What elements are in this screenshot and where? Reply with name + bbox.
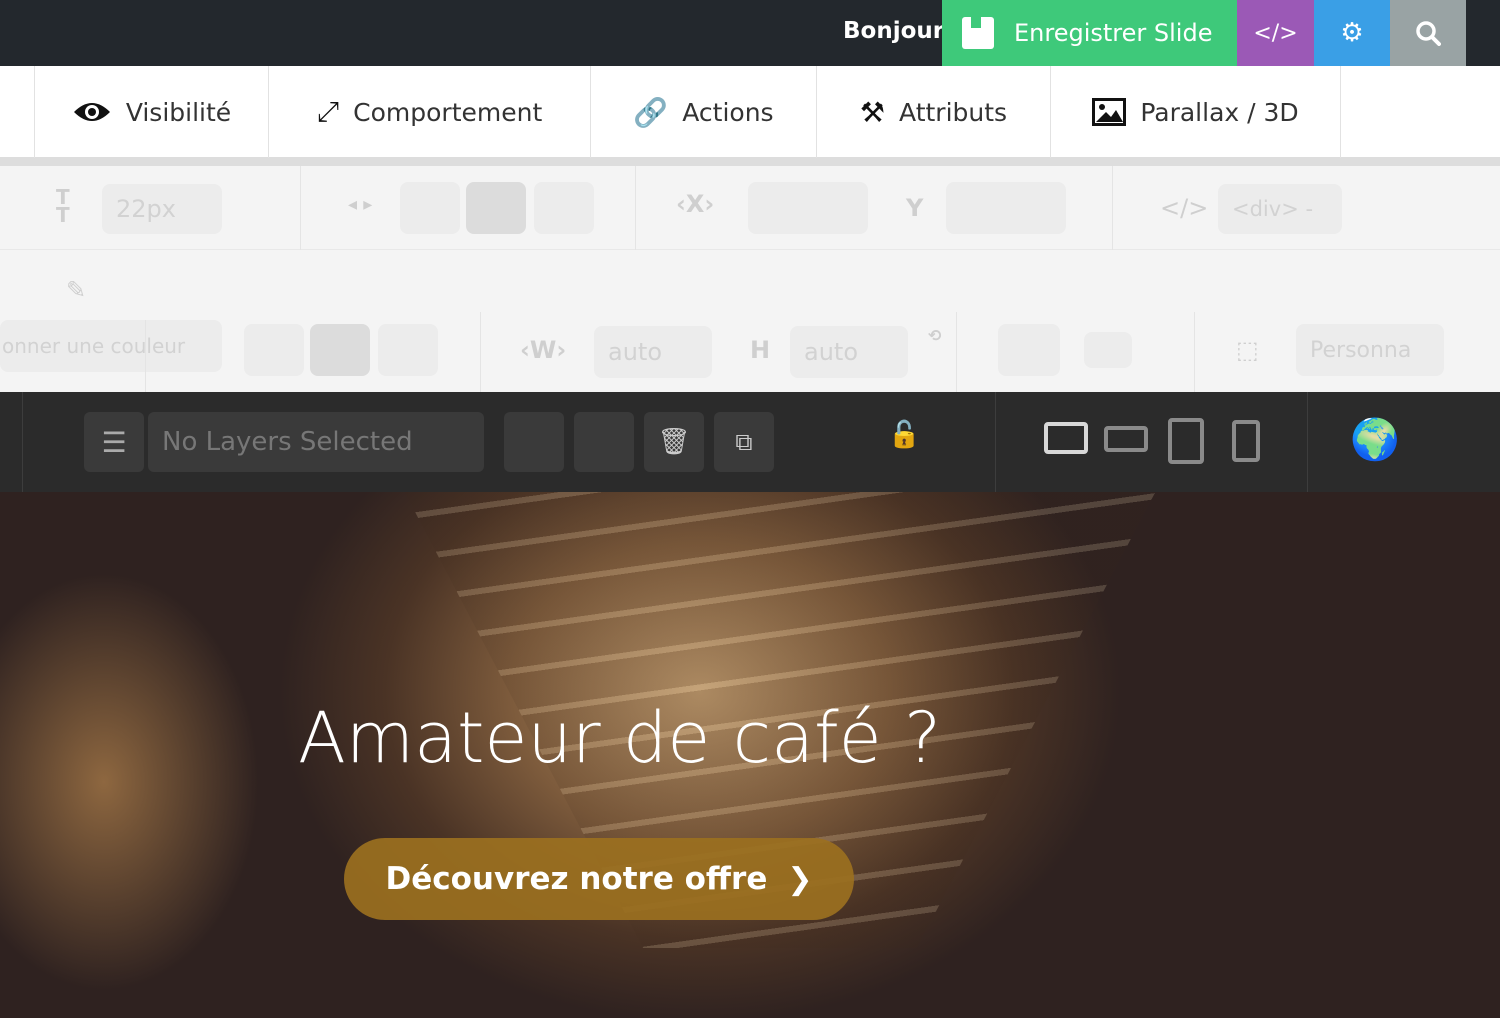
- divider: [480, 312, 481, 392]
- layer-action-button[interactable]: [504, 412, 564, 472]
- tab-visibilite[interactable]: Visibilité: [35, 66, 269, 158]
- divider: [1194, 312, 1195, 392]
- divider: [1112, 166, 1113, 250]
- save-slide-label: Enregistrer Slide: [1014, 19, 1213, 47]
- hamburger-icon: ☰: [101, 425, 127, 459]
- horizontal-align-icon: ◂ ▸: [348, 194, 373, 215]
- toolbar-separator: [0, 158, 1500, 166]
- color-select-value: onner une couleur: [2, 334, 186, 358]
- font-size-input[interactable]: 22px: [102, 184, 222, 234]
- tab-comportement-label: Comportement: [353, 97, 543, 127]
- align-center-button[interactable]: [466, 182, 526, 234]
- link-icon: 🔗: [633, 95, 669, 129]
- floppy-disk-icon: [962, 17, 994, 49]
- duplicate-layer-button[interactable]: ⧉: [714, 412, 774, 472]
- tab-visibilite-label: Visibilité: [125, 97, 232, 127]
- layer-style-toolbar: TT 22px ◂ ▸ ‹X› Y </> <div> - ✎ onner un…: [0, 166, 1500, 392]
- gear-icon: ⚙: [1340, 18, 1364, 48]
- desktop-icon[interactable]: [1044, 422, 1088, 454]
- tab-attributs[interactable]: ⚒ Attributs: [817, 66, 1051, 158]
- overflow-button[interactable]: [1084, 332, 1132, 368]
- divider: [635, 166, 636, 250]
- y-label: Y: [906, 194, 924, 222]
- width-value: auto: [608, 338, 663, 366]
- height-input[interactable]: auto: [790, 326, 908, 378]
- html-tag-icon: </>: [1160, 194, 1209, 222]
- divider: [1307, 392, 1308, 492]
- mobile-icon[interactable]: [1232, 420, 1260, 462]
- width-input[interactable]: auto: [594, 326, 712, 378]
- cover-mode-icon: ⬚: [1236, 336, 1259, 364]
- font-size-value: 22px: [116, 195, 176, 223]
- chevron-right-icon: ❯: [787, 861, 813, 897]
- text-wrap-button[interactable]: [998, 324, 1060, 376]
- w-label: W: [529, 336, 557, 364]
- pencil-icon: ✎: [66, 276, 87, 304]
- greeting-text: Bonjour,: [843, 18, 950, 44]
- search-icon: [1416, 21, 1441, 46]
- font-size-icon: TT: [56, 185, 70, 227]
- laptop-icon[interactable]: [1104, 426, 1148, 452]
- expand-icon: ⤢: [316, 95, 340, 128]
- x-position-input[interactable]: [748, 182, 868, 234]
- layer-select[interactable]: No Layers Selected: [148, 412, 484, 472]
- size-preset-select[interactable]: Personna: [1296, 324, 1444, 376]
- lock-ratio-icon[interactable]: ⟲: [928, 326, 941, 345]
- valign-bottom-button[interactable]: [378, 324, 438, 376]
- width-icon: ‹W›: [520, 336, 567, 364]
- tab-actions[interactable]: 🔗 Actions: [591, 66, 817, 158]
- valign-middle-button[interactable]: [310, 324, 370, 376]
- valign-top-button[interactable]: [244, 324, 304, 376]
- tab-attributs-label: Attributs: [899, 97, 1008, 127]
- tablet-icon[interactable]: [1168, 418, 1204, 464]
- html-tag-value: <div> -: [1232, 197, 1314, 221]
- delete-layer-button[interactable]: 🗑: [644, 412, 704, 472]
- slide-canvas: Amateur de café ? Découvrez notre offre …: [0, 492, 1500, 1018]
- layer-menu-button[interactable]: ☰: [84, 412, 144, 472]
- html-tag-select[interactable]: <div> -: [1218, 184, 1342, 234]
- x-label: X: [685, 190, 705, 218]
- x-position-icon: ‹X›: [676, 190, 715, 218]
- divider: [300, 166, 301, 250]
- divider: [956, 312, 957, 392]
- settings-button[interactable]: ⚙: [1314, 0, 1390, 66]
- tab-parallax-label: Parallax / 3D: [1140, 97, 1299, 127]
- divider: [145, 320, 146, 392]
- h-label: H: [750, 336, 771, 364]
- tab-actions-label: Actions: [682, 97, 774, 127]
- y-position-input[interactable]: [946, 182, 1066, 234]
- code-button[interactable]: </>: [1237, 0, 1314, 66]
- color-select[interactable]: onner une couleur: [0, 320, 222, 372]
- tools-icon: ⚒: [859, 95, 886, 129]
- divider: [995, 392, 996, 492]
- cta-button[interactable]: Découvrez notre offre ❯: [344, 838, 854, 920]
- copy-icon: ⧉: [735, 428, 753, 456]
- code-label: </>: [1253, 20, 1298, 46]
- layer-select-value: No Layers Selected: [162, 427, 413, 457]
- tab-comportement[interactable]: ⤢ Comportement: [269, 66, 591, 158]
- image-icon: [1092, 98, 1127, 126]
- eye-icon: [73, 103, 110, 121]
- size-preset-value: Personna: [1310, 337, 1412, 363]
- save-slide-button[interactable]: Enregistrer Slide: [942, 0, 1237, 66]
- layer-bar: ☰ No Layers Selected 🗑 ⧉ 🔓 🌍: [0, 392, 1500, 841]
- layer-options-tabs: Visibilité ⤢ Comportement 🔗 Actions ⚒ At…: [0, 66, 1500, 158]
- layer-action-button[interactable]: [574, 412, 634, 472]
- align-right-button[interactable]: [534, 182, 594, 234]
- unlock-icon[interactable]: 🔓: [888, 420, 920, 450]
- cta-label: Découvrez notre offre: [385, 861, 768, 897]
- admin-top-bar: Bonjour, Enregistrer Slide </> ⚙: [0, 0, 1500, 66]
- search-button[interactable]: [1390, 0, 1466, 66]
- globe-edit-icon[interactable]: 🌍: [1350, 416, 1400, 463]
- divider: [22, 392, 23, 492]
- bokeh-background: [0, 572, 260, 992]
- trash-icon: 🗑: [657, 427, 691, 457]
- height-value: auto: [804, 338, 859, 366]
- tab-parallax[interactable]: Parallax / 3D: [1051, 66, 1341, 158]
- align-left-button[interactable]: [400, 182, 460, 234]
- slide-headline[interactable]: Amateur de café ?: [298, 697, 941, 779]
